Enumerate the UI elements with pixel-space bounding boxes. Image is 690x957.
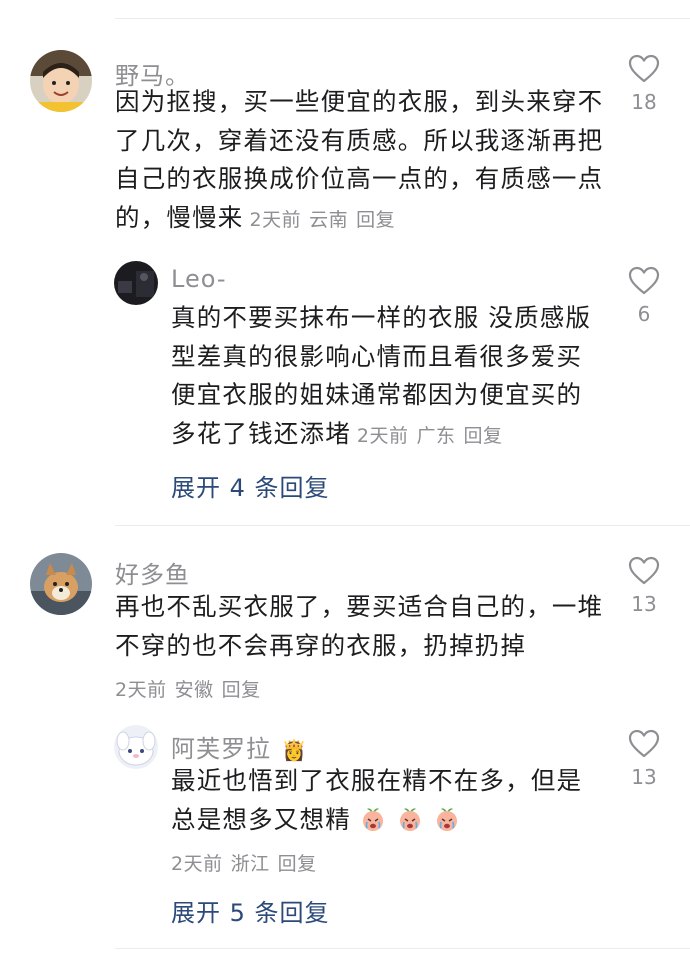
like-count: 13 bbox=[631, 765, 657, 789]
reply-line: 真的不要买抹布一样的衣服 没质感版 bbox=[171, 303, 592, 332]
reply-line-last: 多花了钱还添堵 2天前 广东 回复 bbox=[171, 415, 591, 456]
reply-line: 最近也悟到了衣服在精不在多，但是 bbox=[171, 766, 583, 795]
reply-location: 浙江 bbox=[230, 853, 270, 875]
comment-username[interactable]: 好多鱼 bbox=[115, 555, 190, 590]
reply-like-button[interactable]: 13 bbox=[614, 729, 674, 789]
comment-meta: 2天前 安徽 回复 bbox=[115, 675, 269, 702]
like-count: 13 bbox=[631, 592, 657, 616]
reply-username-text: 阿芙罗拉 bbox=[171, 735, 271, 763]
reply-line: 便宜衣服的姐妹通常都因为便宜买的 bbox=[171, 380, 583, 409]
comment-meta: 2天前 云南 回复 bbox=[250, 209, 404, 231]
reply-text: 最近也悟到了衣服在精不在多，但是 总是想多又想精 bbox=[171, 762, 582, 839]
comment-line: 因为抠搜，买一些便宜的衣服，到头来穿不 bbox=[115, 87, 604, 116]
reply-time: 2天前 bbox=[171, 853, 223, 875]
heart-outline-icon bbox=[628, 556, 660, 585]
reply-button[interactable]: 回复 bbox=[222, 679, 261, 701]
like-count: 18 bbox=[631, 90, 657, 114]
comment-line: 不穿的也不会再穿的衣服，扔掉扔掉 bbox=[115, 630, 527, 660]
reply-username[interactable]: Leo- bbox=[171, 265, 227, 293]
comment-location: 安徽 bbox=[174, 679, 214, 701]
bottom-divider bbox=[115, 948, 690, 949]
reply-username[interactable]: 阿芙罗拉 👸 bbox=[171, 729, 308, 764]
expand-replies-button[interactable]: 展开 4 条回复 bbox=[171, 468, 330, 503]
reply-like-button[interactable]: 6 bbox=[614, 266, 674, 326]
reply-line: 型差真的很影响心情而且看很多爱买 bbox=[171, 341, 583, 371]
crying-peach-emoji-icon bbox=[362, 807, 383, 831]
comment-line-last: 的，慢慢来 2天前 云南 回复 bbox=[115, 199, 603, 240]
top-divider bbox=[115, 18, 690, 19]
reply-line-last: 总是想多又想精 bbox=[171, 801, 582, 840]
heart-outline-icon bbox=[628, 729, 660, 758]
like-count: 6 bbox=[637, 302, 651, 326]
reply-meta: 2天前 浙江 回复 bbox=[171, 849, 325, 876]
crying-peach-emoji-icon bbox=[436, 807, 457, 831]
heart-outline-icon bbox=[628, 54, 660, 83]
comment-location: 云南 bbox=[309, 208, 349, 231]
expand-replies-button[interactable]: 展开 5 条回复 bbox=[171, 893, 330, 928]
reply-button[interactable]: 回复 bbox=[278, 853, 317, 875]
crying-peach-emoji-icon bbox=[399, 807, 420, 831]
reply-line-text: 多花了钱还添堵 bbox=[171, 418, 351, 448]
like-button[interactable]: 13 bbox=[614, 556, 674, 616]
like-button[interactable]: 18 bbox=[614, 54, 674, 114]
reply-avatar[interactable] bbox=[114, 725, 158, 769]
princess-badge-icon: 👸 bbox=[281, 738, 308, 762]
reply-location: 广东 bbox=[416, 424, 456, 447]
comment-line-text: 的，慢慢来 bbox=[115, 202, 244, 232]
comment-line: 再也不乱买衣服了，要买适合自己的，一堆 bbox=[115, 592, 604, 621]
comment-divider bbox=[115, 525, 690, 526]
comment-text: 因为抠搜，买一些便宜的衣服，到头来穿不 了几次，穿着还没有质感。所以我逐渐再把 … bbox=[115, 83, 603, 239]
emoji-row bbox=[351, 805, 462, 834]
reply-button[interactable]: 回复 bbox=[356, 209, 395, 231]
comment-time: 2天前 bbox=[249, 208, 302, 231]
reply-meta: 2天前 广东 回复 bbox=[357, 425, 511, 447]
avatar[interactable] bbox=[30, 50, 92, 112]
heart-outline-icon bbox=[628, 266, 660, 295]
reply-text: 真的不要买抹布一样的衣服 没质感版 型差真的很影响心情而且看很多爱买 便宜衣服的… bbox=[171, 299, 591, 455]
reply-avatar[interactable] bbox=[114, 261, 158, 305]
reply-time: 2天前 bbox=[356, 424, 409, 447]
comment-time: 2天前 bbox=[115, 679, 167, 701]
reply-line-text: 总是想多又想精 bbox=[171, 804, 351, 834]
comment-line: 自己的衣服换成价位高一点的，有质感一点 bbox=[115, 164, 604, 193]
comment-text: 再也不乱买衣服了，要买适合自己的，一堆 不穿的也不会再穿的衣服，扔掉扔掉 bbox=[115, 588, 603, 665]
reply-button[interactable]: 回复 bbox=[464, 425, 503, 447]
avatar[interactable] bbox=[30, 553, 92, 615]
comment-line: 了几次，穿着还没有质感。所以我逐渐再把 bbox=[115, 125, 604, 155]
